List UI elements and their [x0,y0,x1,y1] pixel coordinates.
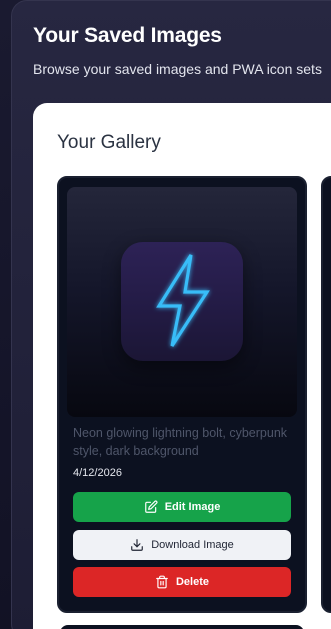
page-title: Your Saved Images [33,24,222,47]
image-date: 4/12/2026 [73,467,122,479]
trash-icon [156,575,168,589]
gallery-card-next[interactable] [321,176,331,613]
image-prompt: Neon glowing lightning bolt, cyberpunk s… [73,426,288,458]
gallery-title: Your Gallery [57,132,161,153]
edit-image-button[interactable]: Edit Image [73,492,291,522]
edit-image-label: Edit Image [164,501,221,513]
gallery-card-below[interactable] [60,625,304,629]
edit-icon [144,500,158,513]
lightning-bolt-icon [156,254,210,347]
app-icon-image [121,242,243,361]
download-image-button[interactable]: Download Image [73,530,291,560]
image-preview[interactable] [67,187,297,417]
download-icon [131,539,144,551]
page-subtitle: Browse your saved images and PWA icon se… [33,61,322,77]
delete-button[interactable]: Delete [73,567,291,597]
delete-label: Delete [175,576,210,588]
download-image-label: Download Image [151,539,234,551]
gallery-card: Neon glowing lightning bolt, cyberpunk s… [57,176,307,613]
page: Your Saved Images Browse your saved imag… [0,0,331,629]
